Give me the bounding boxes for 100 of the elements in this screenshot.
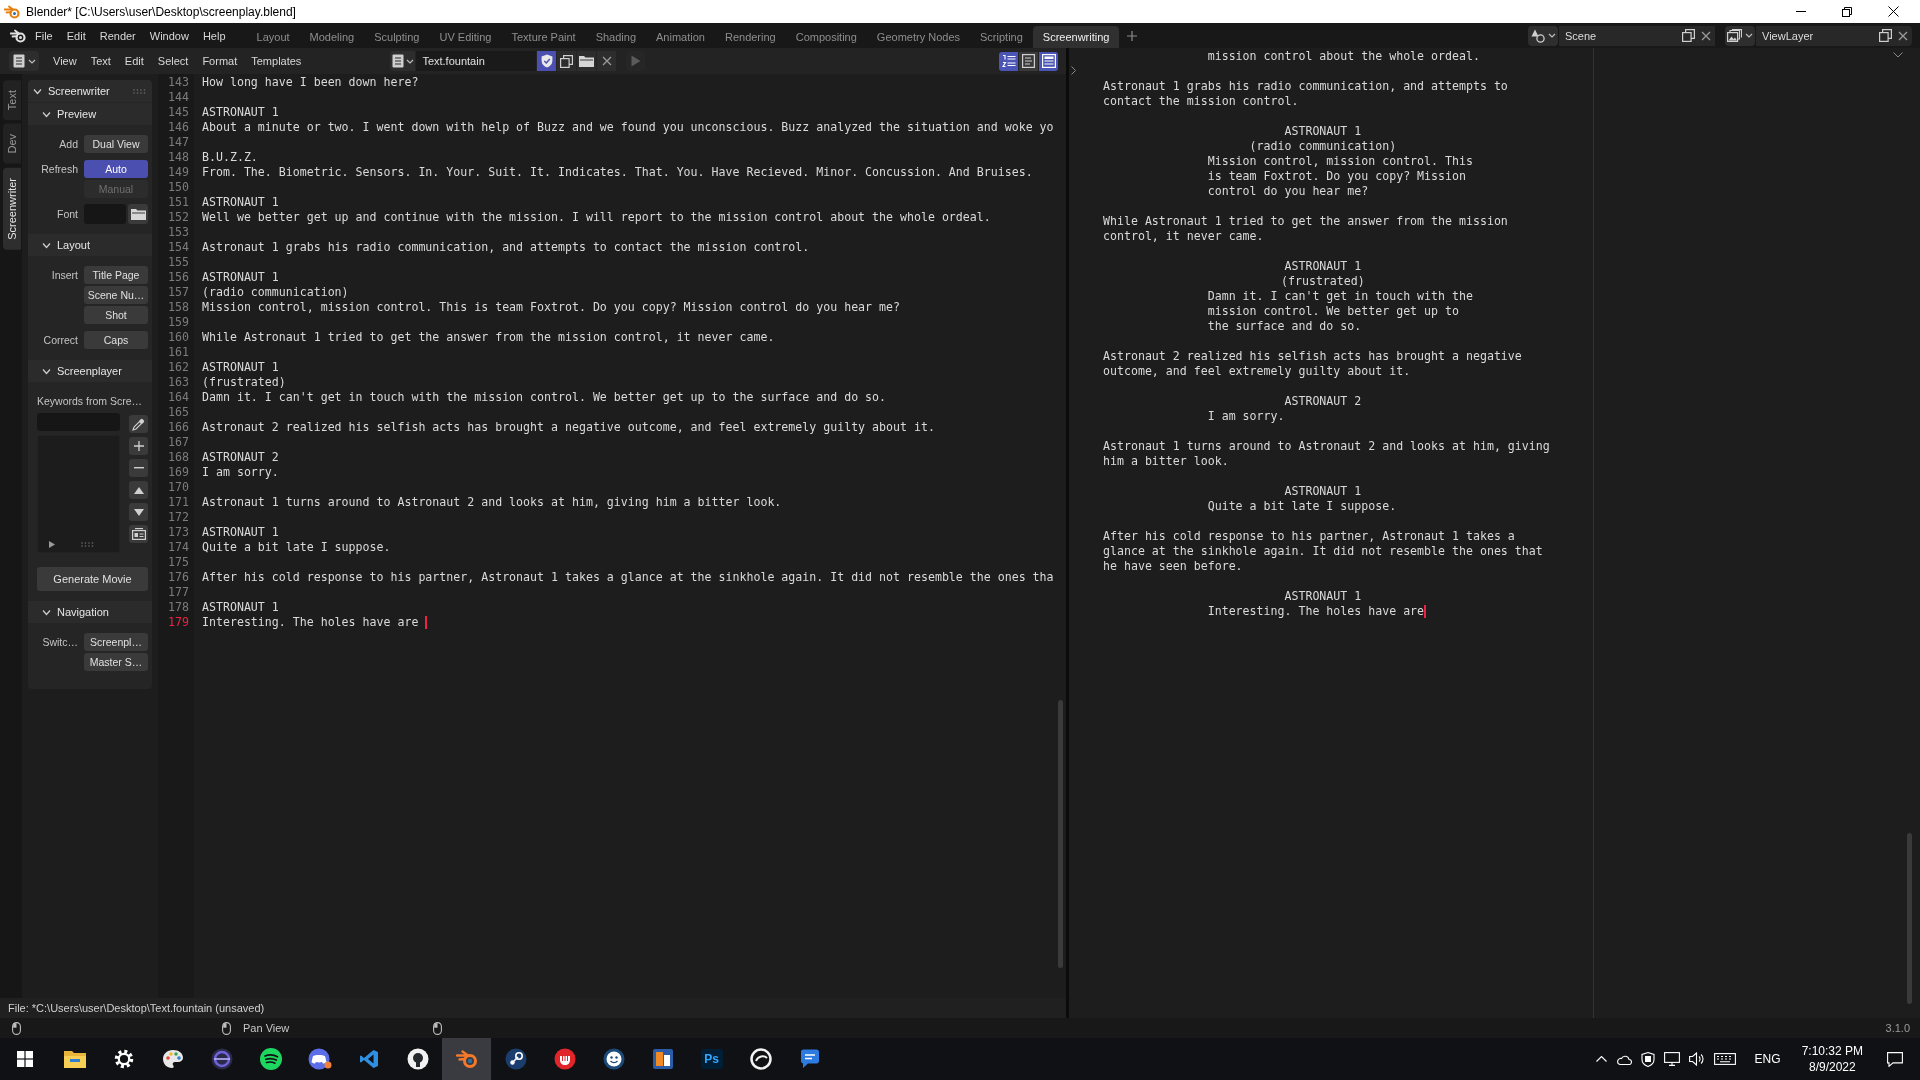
duplicate-button[interactable] <box>557 51 577 71</box>
four-squares-icon <box>17 1051 33 1067</box>
chevron-right-icon[interactable] <box>1071 66 1076 75</box>
grip-icon <box>133 88 146 94</box>
remove-button[interactable] <box>129 459 148 477</box>
caret-icon <box>1547 33 1556 38</box>
workspace-tab[interactable]: Rendering <box>714 26 786 48</box>
menu-button[interactable]: Format <box>195 51 245 71</box>
scrollbar[interactable] <box>1907 833 1912 1004</box>
workspace-tab[interactable]: Screenwriting <box>1032 26 1120 48</box>
taskbar-app-button[interactable]: Ps <box>687 1038 736 1080</box>
workspace-tab[interactable]: Modeling <box>299 26 365 48</box>
line-number: 155 <box>167 255 190 270</box>
text-line: ASTRONAUT 1 <box>202 270 279 285</box>
workspace-tab[interactable]: Layout <box>246 26 300 48</box>
syntax-highlight-toggle[interactable] <box>1039 51 1058 71</box>
plus-icon <box>1127 30 1138 41</box>
plus-icon <box>133 441 144 451</box>
menu-button[interactable]: Select <box>150 51 196 71</box>
sidebar-tab[interactable]: Text <box>3 80 21 121</box>
line-number: 161 <box>167 345 190 360</box>
panel-button[interactable]: Screenpl… <box>84 633 148 651</box>
menu-button[interactable]: Help <box>195 25 233 46</box>
add-button[interactable] <box>129 437 148 455</box>
workspace-tab[interactable]: Geometry Nodes <box>866 26 970 48</box>
scene-browse-button[interactable] <box>1528 25 1558 46</box>
menu-button[interactable]: Render <box>92 25 143 46</box>
workspace-tab[interactable]: Compositing <box>785 26 867 48</box>
workspace-tab[interactable]: Animation <box>646 26 715 48</box>
word-wrap-toggle[interactable] <box>1019 51 1038 71</box>
line-numbers-toggle[interactable] <box>999 51 1018 71</box>
toggle-button[interactable]: Auto <box>84 160 148 178</box>
monitor-icon[interactable] <box>1663 1052 1680 1066</box>
scrollbar[interactable] <box>1058 700 1063 968</box>
subpanel-header[interactable]: Layout <box>28 234 152 256</box>
status-hint: Pan View <box>243 1022 290 1034</box>
chat-bubble-icon <box>798 1049 821 1069</box>
workspace-tab[interactable]: Scripting <box>970 26 1033 48</box>
panel-button[interactable]: Dual View <box>84 135 148 153</box>
details-button[interactable] <box>129 525 148 543</box>
menu-button[interactable]: View <box>46 51 84 71</box>
input-language-button[interactable]: ENG <box>1748 1038 1787 1080</box>
panel-header[interactable]: Screenwriter <box>28 80 152 102</box>
menu-button[interactable]: Text <box>83 51 118 71</box>
panel-button[interactable]: Generate Movie <box>37 567 148 591</box>
angle-bracket-icon <box>358 1049 379 1069</box>
panel-button[interactable]: Shot <box>84 306 148 324</box>
caret-icon <box>27 58 36 64</box>
chevron-up-icon[interactable] <box>1595 1056 1607 1062</box>
remove-scene-button[interactable] <box>1697 25 1715 46</box>
line-number: 162 <box>167 360 190 375</box>
text-line: Astronaut 1 turns around to Astronaut 2 and looks at him, giving him a bitter look. <box>202 495 782 510</box>
speaker-icon[interactable] <box>1688 1052 1705 1066</box>
move-down-button[interactable] <box>129 503 148 521</box>
line-number: 170 <box>167 480 190 495</box>
file-status-text: File: *C:\Users\user\Desktop\Text.fountain (unsaved) <box>8 1002 265 1014</box>
menu-button[interactable]: Window <box>142 25 196 46</box>
workspace-tab[interactable]: Shading <box>585 26 647 48</box>
menu-button[interactable]: Edit <box>59 25 93 46</box>
subpanel-header[interactable]: Navigation <box>28 601 152 623</box>
scene-name-field[interactable]: Scene <box>1559 25 1679 46</box>
keyboard-icon[interactable] <box>1713 1053 1736 1065</box>
browse-button[interactable] <box>128 204 148 224</box>
action-text: Astronaut 2 realized his selfish acts has brought a negative outcome, and feel extremely guilty about it. <box>1103 349 1522 379</box>
menu-button[interactable]: Templates <box>244 51 309 71</box>
open-button[interactable] <box>577 51 597 71</box>
view-layer-field[interactable]: ViewLayer <box>1756 25 1876 46</box>
fake-user-toggle[interactable] <box>537 51 557 71</box>
remove-view-layer-button[interactable] <box>1894 25 1912 46</box>
view-layer-browse-button[interactable] <box>1725 25 1755 46</box>
editor-type-button[interactable] <box>9 51 39 71</box>
text-line: How long have I been down here? <box>202 75 419 90</box>
menu-button[interactable]: Edit <box>117 51 151 71</box>
clock-button[interactable]: 7:10:32 PM 8/9/2022 <box>1795 1038 1869 1080</box>
unlink-button[interactable] <box>597 51 617 71</box>
subpanel-header[interactable]: Screenplayer <box>28 360 152 382</box>
workspace-tab[interactable]: Texture Paint <box>501 26 586 48</box>
shield-icon[interactable] <box>1640 1051 1655 1067</box>
subpanel-header[interactable]: Preview <box>28 103 152 125</box>
dialogue-text: Damn it. I can't get in touch with the mission control. We better get up to the surface and do so. <box>1207 289 1473 334</box>
text-name-field[interactable]: Text.fountain <box>416 51 537 71</box>
mouse-icon <box>222 1021 231 1035</box>
text-browse-button[interactable] <box>390 51 416 71</box>
menu-button[interactable]: File <box>28 25 60 46</box>
sidebar-tab[interactable]: Dev <box>3 124 21 164</box>
move-up-button[interactable] <box>129 481 148 499</box>
cloud-icon[interactable] <box>1615 1053 1632 1065</box>
sidebar-tab[interactable]: Screenwriter <box>3 167 21 250</box>
workspace-tab[interactable]: Sculpting <box>364 26 430 48</box>
panel-button[interactable]: Master S… <box>84 653 148 671</box>
chevron-down-icon[interactable] <box>1893 52 1903 58</box>
panel-button[interactable]: Caps <box>84 331 148 349</box>
text-line: Astronaut 2 realized his selfish acts has brought a negative outcome, and feel extremely guilty about it. <box>202 420 935 435</box>
text-line: ASTRONAUT 1 <box>202 105 279 120</box>
panel-button[interactable]: Title Page <box>84 266 148 284</box>
workspace-tab[interactable]: UV Editing <box>429 26 502 48</box>
eyedropper-button[interactable] <box>129 415 148 433</box>
row-label: Add <box>58 137 78 152</box>
panel-button[interactable]: Scene Nu… <box>84 286 148 304</box>
character-name: ASTRONAUT 1 <box>1284 484 1362 499</box>
